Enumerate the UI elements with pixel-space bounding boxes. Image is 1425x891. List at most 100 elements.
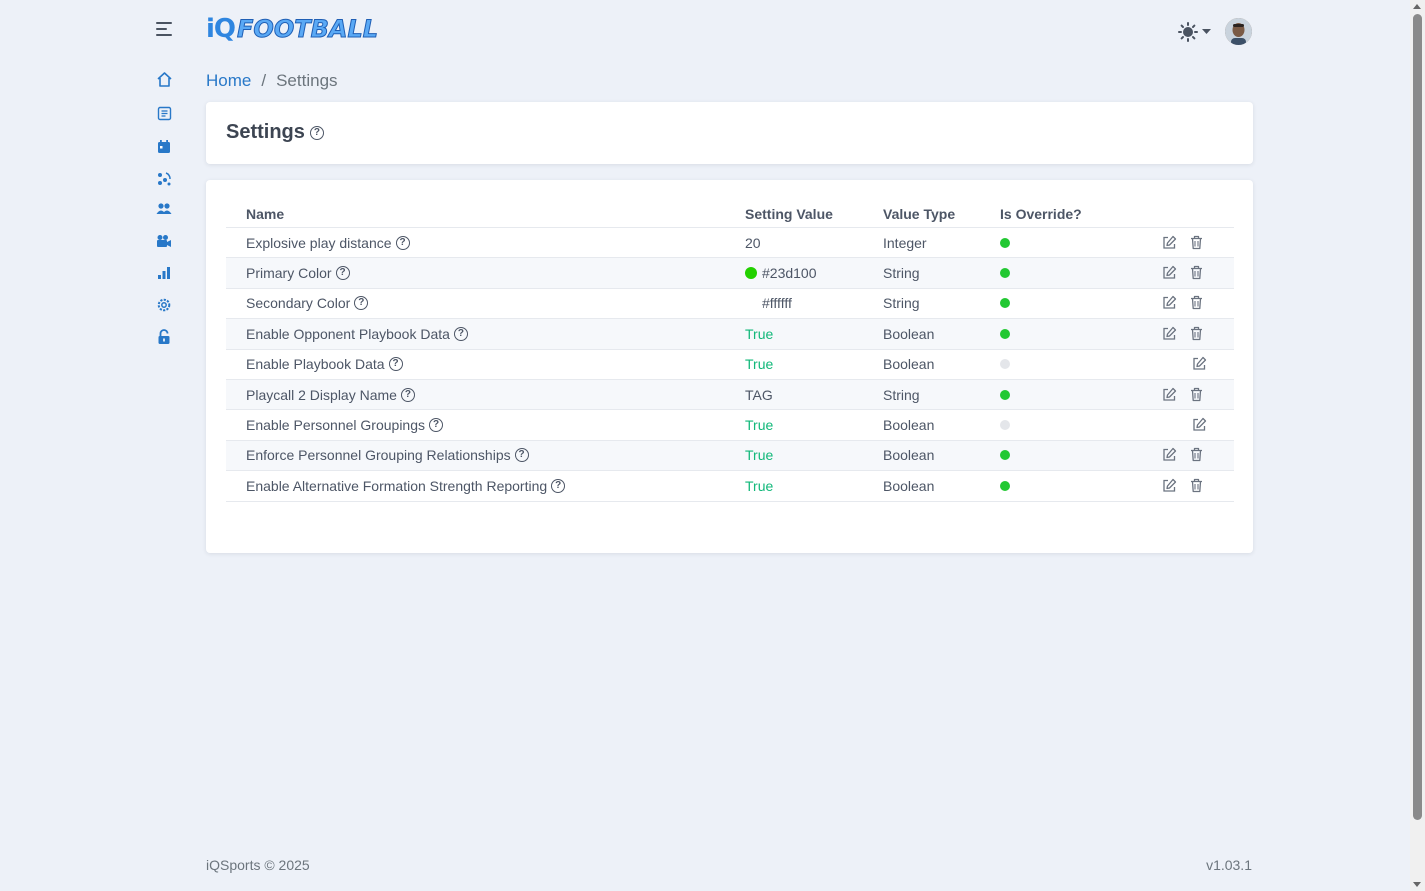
setting-value: True: [745, 325, 774, 342]
setting-value: True: [745, 356, 774, 373]
setting-value-cell: 20: [745, 235, 883, 251]
override-cell: [1000, 295, 1140, 311]
override-cell: [1000, 478, 1140, 494]
setting-value: 20: [745, 234, 761, 251]
sidebar-item-reports[interactable]: [154, 263, 174, 283]
sidebar-item-video[interactable]: [154, 231, 174, 251]
trash-icon[interactable]: [1190, 295, 1206, 311]
setting-name: Enforce Personnel Grouping Relationships: [246, 447, 511, 464]
logo-football-text: FOOTBALL: [237, 15, 379, 44]
setting-name-cell: Playcall 2 Display Name ?: [226, 387, 745, 403]
row-actions: [1140, 447, 1234, 463]
value-type: Boolean: [883, 447, 935, 464]
help-icon[interactable]: ?: [453, 326, 468, 341]
chart-icon: [158, 267, 170, 279]
setting-value-cell: True: [745, 478, 883, 494]
help-icon[interactable]: ?: [551, 478, 566, 493]
help-icon[interactable]: ?: [388, 357, 403, 372]
help-icon[interactable]: ?: [400, 387, 415, 402]
row-actions: [1140, 265, 1234, 281]
video-icon: [157, 234, 171, 247]
row-actions: [1140, 387, 1234, 403]
setting-name-cell: Explosive play distance ?: [226, 235, 745, 251]
setting-value-cell: True: [745, 447, 883, 463]
override-status-indicator: [1000, 359, 1010, 370]
footer-copyright: iQSports © 2025: [206, 857, 310, 873]
setting-name: Playcall 2 Display Name: [246, 386, 397, 403]
sidebar-item-home[interactable]: [154, 69, 174, 89]
override-cell: [1000, 387, 1140, 403]
trash-icon[interactable]: [1190, 326, 1206, 342]
setting-value-cell: TAG: [745, 387, 883, 403]
settings-table-card: Name Setting Value Value Type Is Overrid…: [206, 180, 1253, 553]
help-icon[interactable]: ?: [514, 448, 529, 463]
avatar[interactable]: [1225, 18, 1252, 45]
help-icon[interactable]: ?: [354, 296, 369, 311]
breadcrumb-home-link[interactable]: Home: [206, 71, 251, 91]
edit-icon[interactable]: [1162, 235, 1178, 251]
menu-icon[interactable]: [156, 22, 172, 36]
help-icon[interactable]: ?: [429, 418, 444, 433]
chevron-down-icon: [1202, 29, 1211, 34]
sidebar-item-calendar[interactable]: [154, 136, 174, 156]
theme-toggle-button[interactable]: [1178, 22, 1211, 42]
footer-version: v1.03.1: [1206, 857, 1252, 873]
setting-value-cell: True: [745, 356, 883, 372]
setting-name: Enable Playbook Data: [246, 356, 385, 373]
sidebar-item-playbook[interactable]: [154, 103, 174, 123]
trash-icon[interactable]: [1190, 447, 1206, 463]
sidebar-item-settings[interactable]: [154, 295, 174, 315]
table-row: Playcall 2 Display Name ? TAG String: [226, 379, 1234, 411]
setting-name: Enable Alternative Formation Strength Re…: [246, 477, 548, 494]
edit-icon[interactable]: [1162, 447, 1178, 463]
scroll-down-arrow-icon[interactable]: [1413, 882, 1421, 887]
logo-iq-text: iQ: [206, 14, 236, 44]
trash-icon[interactable]: [1190, 265, 1206, 281]
setting-name: Explosive play distance: [246, 234, 392, 251]
override-status-indicator: [1000, 328, 1010, 339]
scroll-up-arrow-icon[interactable]: [1413, 4, 1421, 9]
trash-icon[interactable]: [1190, 235, 1206, 251]
trash-icon[interactable]: [1190, 478, 1206, 494]
app-logo[interactable]: iQ FOOTBALL: [206, 14, 379, 44]
setting-name-cell: Enable Alternative Formation Strength Re…: [226, 478, 745, 494]
table-header: Name Setting Value Value Type Is Overrid…: [226, 200, 1234, 228]
edit-icon[interactable]: [1162, 295, 1178, 311]
override-cell: [1000, 265, 1140, 281]
trash-icon[interactable]: [1190, 387, 1206, 403]
column-header-is-override: Is Override?: [1000, 205, 1082, 222]
formation-icon: [158, 172, 171, 186]
page-header-card: Settings ?: [206, 102, 1253, 164]
row-actions: [1140, 356, 1234, 372]
edit-icon[interactable]: [1162, 478, 1178, 494]
sidebar-item-formations[interactable]: [154, 169, 174, 189]
scrollbar-thumb[interactable]: [1413, 14, 1422, 820]
edit-icon[interactable]: [1192, 417, 1208, 433]
override-status-indicator: [1000, 298, 1010, 309]
help-icon[interactable]: ?: [395, 235, 410, 250]
help-icon[interactable]: ?: [309, 125, 324, 140]
setting-name: Enable Opponent Playbook Data: [246, 325, 450, 342]
edit-icon[interactable]: [1192, 356, 1208, 372]
override-status-indicator: [1000, 237, 1010, 248]
settings-table: Name Setting Value Value Type Is Overrid…: [226, 200, 1234, 502]
setting-name-cell: Secondary Color ?: [226, 295, 745, 311]
edit-icon[interactable]: [1162, 387, 1178, 403]
playbook-icon: [157, 106, 171, 120]
value-type: String: [883, 386, 920, 403]
sidebar-item-logout[interactable]: [154, 327, 174, 347]
table-row: Primary Color ? #23d100 String: [226, 258, 1234, 289]
table-row: Enable Opponent Playbook Data ? True Boo…: [226, 319, 1234, 350]
edit-icon[interactable]: [1162, 326, 1178, 342]
page-scrollbar[interactable]: [1410, 0, 1425, 891]
setting-name-cell: Enable Personnel Groupings ?: [226, 417, 745, 433]
users-icon: [156, 203, 172, 214]
setting-name-cell: Enable Playbook Data ?: [226, 356, 745, 372]
setting-value-cell: True: [745, 417, 883, 433]
value-type: Boolean: [883, 417, 935, 434]
color-swatch: [745, 267, 757, 280]
help-icon[interactable]: ?: [335, 266, 350, 281]
sidebar-item-users[interactable]: [154, 199, 174, 219]
settings-icon: [157, 298, 171, 312]
edit-icon[interactable]: [1162, 265, 1178, 281]
